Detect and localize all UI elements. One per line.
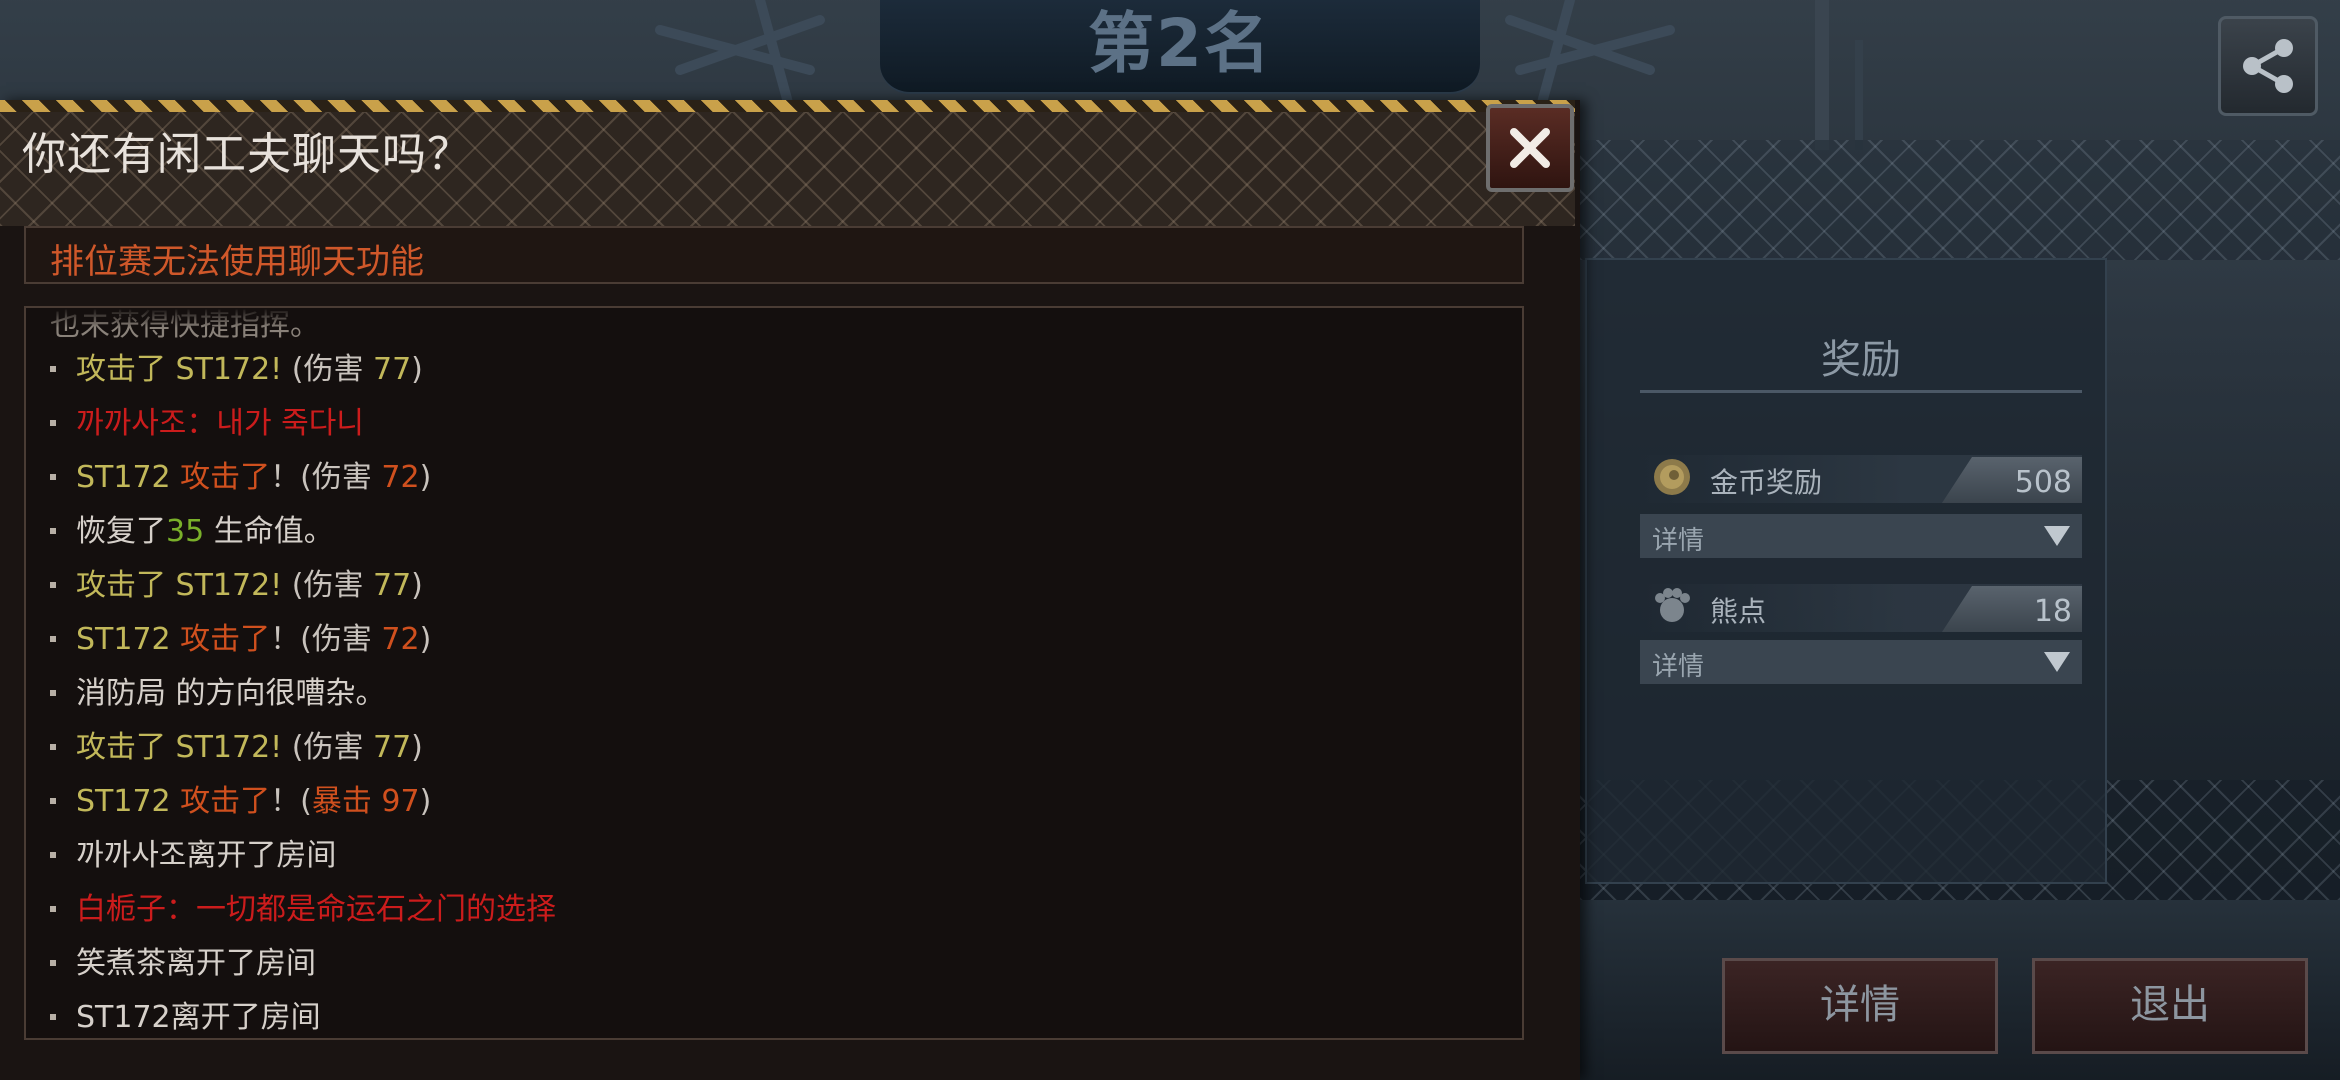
bullet (50, 905, 56, 912)
bullet (50, 527, 56, 534)
gold-reward-label: 金币奖励 (1710, 466, 1823, 499)
background-pole (1855, 40, 1863, 150)
damage-value: 77 (372, 352, 412, 387)
bullet (50, 1013, 56, 1020)
chat-line-text: ) (411, 730, 423, 765)
bullet (50, 851, 56, 858)
reward-title: 奖励 (1821, 337, 1901, 383)
bear-points-value: 18 (2033, 594, 2072, 629)
chat-line: 攻击了 ST172! (伤害 77) (50, 722, 423, 766)
close-icon (1510, 128, 1550, 168)
bullet (50, 689, 56, 696)
close-button[interactable] (1486, 104, 1574, 192)
gold-reward-value: 508 (2014, 465, 2072, 500)
triangle-down-icon (2044, 526, 2070, 546)
gold-coin-icon (1654, 459, 1690, 495)
bear-paw-icon (1655, 588, 1690, 622)
chat-line: 까까사조：내가 죽다니 (50, 398, 364, 442)
chat-line: 白栀子：一切都是命运石之门的选择 (50, 884, 556, 928)
chat-line-text: ST172 (76, 622, 181, 657)
background-pole (1815, 0, 1829, 150)
damage-value: 72 (381, 622, 420, 657)
rank-title: 第2名 (1088, 5, 1272, 82)
chat-line: ST172 攻击了！(暴击 97) (50, 776, 431, 820)
chat-line-text: ) (411, 352, 423, 387)
chat-line-text: ！(伤害 (270, 622, 382, 657)
details-button-label: 详情 (1820, 982, 1900, 1028)
chat-line-text: ) (419, 460, 432, 495)
chat-line-text: ！(伤害 (270, 460, 382, 495)
chat-line-text: 笑煮茶离开了房间 (76, 946, 316, 981)
chat-line-text: 攻击了 ST172! (76, 730, 283, 765)
chat-line-text: 攻击了 ST172! (76, 352, 283, 387)
background-fence (1580, 140, 2340, 260)
chat-line-text: (伤害 (282, 568, 373, 603)
chat-line-text: (伤害 (282, 352, 373, 387)
chat-line-text: 까까사조离开了房间 (76, 838, 337, 873)
bear-detail-dropdown[interactable]: 详情 (1640, 640, 2082, 684)
dropdown-label: 详情 (1652, 652, 1705, 682)
chat-line-text: 白栀子：一切都是命运石之门的选择 (76, 892, 556, 927)
chat-line-text: 까까사조：내가 죽다니 (76, 406, 364, 441)
chat-line-text: 攻击了 (180, 460, 271, 495)
bullet (50, 419, 56, 426)
gold-detail-dropdown[interactable]: 详情 (1640, 514, 2082, 558)
chat-log-fade (26, 308, 1522, 328)
gold-reward-row: 金币奖励 508 (1640, 455, 2082, 503)
bullet (50, 473, 56, 480)
chat-line-text: 攻击了 (180, 784, 271, 819)
chat-line-text: ！( (270, 784, 312, 819)
bullet (50, 959, 56, 966)
damage-value: 72 (381, 460, 420, 495)
exit-button[interactable]: 退出 (2032, 958, 2308, 1054)
divider (1640, 390, 2082, 393)
triangle-down-icon (2044, 652, 2070, 672)
chat-line: 攻击了 ST172! (伤害 77) (50, 560, 423, 604)
chat-line-text: 生命值。 (204, 514, 334, 549)
chat-line-text: 恢复了 (76, 514, 166, 549)
bullet (50, 797, 56, 804)
share-button[interactable] (2218, 16, 2318, 116)
exit-button-label: 退出 (2130, 982, 2210, 1028)
chat-line-text: ) (411, 568, 423, 603)
share-icon (2243, 39, 2293, 93)
chat-line: ST172 攻击了！(伤害 72) (50, 614, 431, 658)
heal-value: 35 (166, 514, 205, 549)
damage-value: 77 (372, 568, 412, 603)
chat-line-text: 攻击了 ST172! (76, 568, 283, 603)
bullet (50, 743, 56, 750)
chat-line: ST172离开了房间 (50, 992, 321, 1036)
chat-disabled-notice: 排位赛无法使用聊天功能 (50, 242, 424, 282)
details-button[interactable]: 详情 (1722, 958, 1998, 1054)
bear-points-row: 熊点 18 (1640, 584, 2082, 632)
chat-line-text: ) (419, 622, 432, 657)
dropdown-label: 详情 (1652, 526, 1705, 556)
bullet (50, 635, 56, 642)
chat-line: 攻击了 ST172! (伤害 77) (50, 344, 423, 388)
chat-line: 消防局 的方向很嘈杂。 (50, 668, 386, 712)
damage-value: 77 (372, 730, 412, 765)
chat-line: 까까사조离开了房间 (50, 830, 336, 874)
chat-title: 你还有闲工夫聊天吗？ (22, 129, 472, 180)
chat-line-text: (伤害 (282, 730, 373, 765)
chat-line-text: ST172 (76, 460, 181, 495)
chat-line-text: 攻击了 (180, 622, 271, 657)
chat-line: ST172 攻击了！(伤害 72) (50, 452, 431, 496)
chat-line-text: 消防局 的方向很嘈杂。 (76, 676, 386, 711)
bullet (50, 581, 56, 588)
chat-line: 笑煮茶离开了房间 (50, 938, 316, 982)
chat-line: 恢复了35 生命值。 (50, 506, 334, 550)
bullet (50, 365, 56, 372)
critical-value: 暴击 97 (311, 784, 420, 819)
bear-points-label: 熊点 (1710, 595, 1767, 628)
chat-line-text: ST172离开了房间 (76, 1000, 321, 1035)
chat-line-text: ) (419, 784, 432, 819)
chat-line-text: ST172 (76, 784, 181, 819)
hazard-stripe (0, 100, 1575, 112)
